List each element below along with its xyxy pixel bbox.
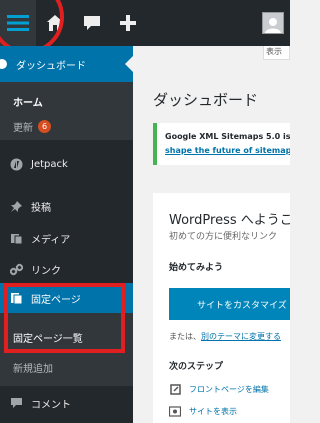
sidebar-item-label: メディア: [31, 234, 71, 246]
pages-icon: [9, 291, 23, 305]
new-content-button[interactable]: [110, 0, 146, 46]
welcome-subtitle: 初めての方に便利なリンク: [169, 232, 278, 242]
sidebar-item-pages[interactable]: 固定ページ: [0, 283, 133, 313]
avatar: [262, 12, 284, 34]
admin-sidebar: ダッシュボード ホーム 更新 6 Jetpack 投稿 メディア リンク 固定ペ…: [0, 46, 133, 423]
pin-icon: [9, 199, 23, 213]
step-edit-front-page[interactable]: フロントページを編集: [169, 383, 269, 395]
media-icon: [9, 231, 23, 245]
user-icon: [265, 18, 281, 33]
comment-icon: [9, 396, 23, 410]
change-theme-link[interactable]: 別のテーマに変更する: [201, 332, 281, 341]
menu-toggle-button[interactable]: [0, 0, 36, 46]
submenu-item-label: 更新: [13, 123, 33, 134]
user-account-button[interactable]: [256, 0, 290, 46]
site-home-button[interactable]: [36, 0, 74, 46]
customize-site-button[interactable]: サイトをカスタマイズ: [169, 288, 290, 320]
or-prefix: または、: [169, 332, 201, 341]
submenu-item-update[interactable]: 更新 6: [13, 119, 51, 134]
jetpack-icon: [9, 157, 23, 171]
sidebar-item-label: 投稿: [31, 202, 51, 214]
sidebar-item-comments[interactable]: コメント: [0, 388, 133, 418]
submenu-item-home[interactable]: ホーム: [13, 94, 43, 109]
pages-submenu: 固定ページ一覧 新規追加: [0, 313, 133, 386]
sidebar-item-dashboard[interactable]: ダッシュボード: [0, 46, 133, 82]
plus-icon: [120, 15, 136, 31]
sidebar-item-label: コメント: [31, 399, 71, 411]
admin-bar: [0, 0, 290, 54]
sidebar-item-label: 固定ページ: [31, 294, 81, 306]
welcome-panel: WordPress へようこ 初めての方に便利なリンク 始めてみよう サイトをカ…: [153, 193, 290, 423]
submenu-item-all-pages[interactable]: 固定ページ一覧: [13, 330, 83, 345]
plugin-notice: Google XML Sitemaps 5.0 is shape the fut…: [153, 123, 290, 165]
next-steps-heading: 次のステップ: [169, 362, 224, 372]
step-view-site[interactable]: サイトを表示: [169, 405, 237, 417]
submenu-item-add-new[interactable]: 新規追加: [13, 360, 53, 375]
sidebar-item-posts[interactable]: 投稿: [0, 191, 133, 221]
update-count-badge: 6: [38, 120, 51, 133]
view-icon: [169, 405, 181, 417]
sidebar-item-media[interactable]: メディア: [0, 223, 133, 253]
page-title: ダッシュボード: [153, 91, 259, 109]
notice-link[interactable]: shape the future of sitemaps: [165, 146, 290, 155]
menu-icon: [7, 15, 29, 31]
comment-icon: [84, 16, 100, 30]
step-label: フロントページを編集: [189, 384, 269, 394]
step-label: サイトを表示: [189, 406, 237, 416]
link-icon: [9, 262, 23, 276]
sidebar-item-jetpack[interactable]: Jetpack: [0, 149, 133, 179]
dashboard-icon: [0, 59, 7, 69]
get-started-heading: 始めてみよう: [169, 263, 224, 273]
wp-admin-screen: ダッシュボード ホーム 更新 6 Jetpack 投稿 メディア リンク 固定ペ…: [0, 0, 290, 423]
main-content: 表示 ダッシュボード Google XML Sitemaps 5.0 is sh…: [133, 46, 290, 423]
sidebar-item-links[interactable]: リンク: [0, 254, 133, 284]
change-theme-line: または、別のテーマに変更する: [169, 331, 281, 342]
notice-text: Google XML Sitemaps 5.0 is: [165, 132, 290, 141]
dashboard-submenu: ホーム 更新 6: [0, 82, 133, 140]
edit-icon: [169, 383, 181, 395]
current-menu-arrow: [125, 56, 133, 72]
welcome-title: WordPress へようこ: [169, 213, 290, 228]
screen-options-button[interactable]: 表示: [263, 46, 290, 60]
home-icon: [47, 15, 63, 31]
sidebar-item-label: Jetpack: [31, 158, 68, 170]
sidebar-item-label: ダッシュボード: [16, 60, 86, 72]
sidebar-item-label: リンク: [31, 265, 61, 277]
comments-button[interactable]: [74, 0, 110, 46]
